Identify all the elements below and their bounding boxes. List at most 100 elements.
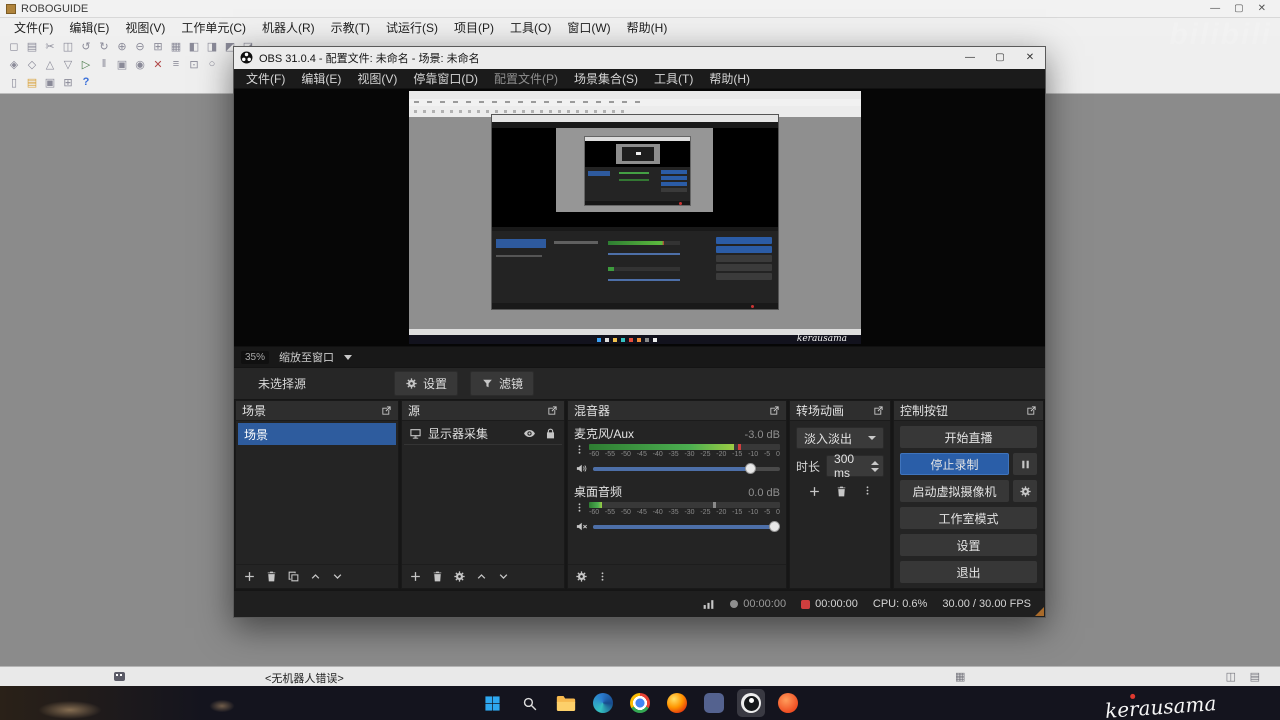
toolbar-icon[interactable]: ○ [204, 56, 220, 72]
toolbar-icon[interactable]: ▽ [60, 56, 76, 72]
remove-source-icon[interactable] [431, 570, 444, 583]
exit-button[interactable]: 退出 [900, 561, 1037, 584]
spin-up-icon[interactable] [871, 460, 879, 465]
toolbar-icon[interactable]: ▣ [114, 56, 130, 72]
minimize-icon[interactable]: — [955, 47, 985, 69]
toolbar-icon[interactable]: ⊕ [114, 38, 130, 54]
move-up-icon[interactable] [309, 570, 322, 583]
roboguide-menu-item[interactable]: 帮助(H) [619, 18, 676, 37]
roboguide-menu-item[interactable]: 工作单元(C) [173, 18, 254, 37]
roboguide-menu-item[interactable]: 窗口(W) [559, 18, 618, 37]
controls-dock-header[interactable]: 控制按钮 [894, 401, 1043, 422]
obs-preview-canvas[interactable]: kerausama [234, 88, 1045, 347]
transition-menu-icon[interactable] [862, 485, 873, 496]
toolbar-icon[interactable]: ◧ [186, 38, 202, 54]
channel-menu-icon[interactable] [574, 502, 585, 513]
roboguide-menu-item[interactable]: 文件(F) [6, 18, 61, 37]
search-icon[interactable] [515, 689, 543, 717]
add-transition-icon[interactable] [808, 485, 821, 498]
popout-icon[interactable] [873, 405, 884, 416]
app-indigo-icon[interactable] [700, 689, 728, 717]
obs-menu-item[interactable]: 工具(T) [646, 69, 701, 88]
visibility-eye-icon[interactable] [523, 427, 536, 440]
app-orange-icon[interactable] [774, 689, 802, 717]
volume-slider[interactable] [593, 520, 781, 532]
transitions-dock-header[interactable]: 转场动画 [790, 401, 890, 422]
roboguide-menu-item[interactable]: 视图(V) [117, 18, 173, 37]
toolbar-icon[interactable]: ◉ [132, 56, 148, 72]
toolbar-icon[interactable]: ⊞ [60, 74, 76, 90]
toolbar-icon[interactable]: ▣ [42, 74, 58, 90]
pause-recording-button[interactable] [1013, 453, 1037, 476]
stop-recording-button[interactable]: 停止录制 [900, 453, 1009, 476]
toolbar-icon[interactable]: ◻ [6, 38, 22, 54]
roboguide-menu-item[interactable]: 试运行(S) [378, 18, 446, 37]
scenes-dock-header[interactable]: 场景 [236, 401, 398, 422]
toolbar-icon[interactable]: ⊞ [150, 38, 166, 54]
lock-icon[interactable] [544, 427, 557, 440]
studio-mode-button[interactable]: 工作室模式 [900, 507, 1037, 530]
volume-slider[interactable] [593, 462, 780, 474]
toolbar-icon[interactable]: ▷ [78, 56, 94, 72]
roboguide-menu-item[interactable]: 机器人(R) [254, 18, 323, 37]
toolbar-icon[interactable]: ? [78, 74, 94, 90]
transition-select[interactable]: 淡入淡出 [796, 427, 884, 450]
speaker-muted-icon[interactable] [575, 520, 588, 533]
toolbar-icon[interactable]: △ [42, 56, 58, 72]
obs-menu-item[interactable]: 帮助(H) [701, 69, 758, 88]
toolbar-icon[interactable]: ✕ [150, 56, 166, 72]
toolbar-icon[interactable]: ≡ [168, 56, 184, 72]
start-virtual-camera-button[interactable]: 启动虚拟摄像机 [900, 480, 1009, 503]
close-icon[interactable]: ✕ [1015, 47, 1045, 69]
start-streaming-button[interactable]: 开始直播 [900, 426, 1037, 449]
obs-menu-item[interactable]: 场景集合(S) [566, 69, 646, 88]
obs-menu-item[interactable]: 文件(F) [238, 69, 293, 88]
status-icon[interactable]: ◫ [1226, 670, 1236, 683]
toolbar-icon[interactable]: ◨ [204, 38, 220, 54]
status-icon[interactable]: ▦ [955, 670, 965, 683]
roboguide-menu-item[interactable]: 示教(T) [323, 18, 378, 37]
sources-dock-header[interactable]: 源 [402, 401, 564, 422]
windows-start-icon[interactable] [478, 689, 506, 717]
toolbar-icon[interactable]: ◫ [60, 38, 76, 54]
obs-menu-item[interactable]: 视图(V) [349, 69, 405, 88]
add-source-icon[interactable] [409, 570, 422, 583]
chrome-icon[interactable] [626, 689, 654, 717]
obs-titlebar[interactable]: OBS 31.0.4 - 配置文件: 未命名 - 场景: 未命名 — ▢ ✕ [234, 47, 1045, 69]
mixer-dock-header[interactable]: 混音器 [568, 401, 786, 422]
duration-spinbox[interactable]: 300 ms [826, 452, 884, 480]
toolbar-icon[interactable]: ⊖ [132, 38, 148, 54]
spin-down-icon[interactable] [871, 467, 879, 472]
source-properties-icon[interactable] [453, 570, 466, 583]
source-item[interactable]: 显示器采集 [404, 423, 562, 446]
popout-icon[interactable] [381, 405, 392, 416]
scene-filters-icon[interactable] [287, 570, 300, 583]
toolbar-icon[interactable]: ▦ [168, 38, 184, 54]
speaker-icon[interactable] [575, 462, 588, 475]
roboguide-menu-item[interactable]: 编辑(E) [61, 18, 117, 37]
toolbar-icon[interactable]: ⊡ [186, 56, 202, 72]
maximize-icon[interactable]: ▢ [1234, 2, 1243, 16]
obs-studio-icon[interactable] [737, 689, 765, 717]
virtual-camera-settings-button[interactable] [1013, 480, 1037, 503]
mixer-menu-icon[interactable] [597, 571, 608, 582]
toolbar-icon[interactable]: ▯ [6, 74, 22, 90]
channel-menu-icon[interactable] [574, 444, 585, 455]
move-down-icon[interactable] [331, 570, 344, 583]
obs-menu-item[interactable]: 停靠窗口(D) [405, 69, 486, 88]
toolbar-icon[interactable]: ▤ [24, 74, 40, 90]
edge-icon[interactable] [589, 689, 617, 717]
close-icon[interactable]: ✕ [1258, 2, 1266, 16]
move-up-icon[interactable] [475, 570, 488, 583]
popout-icon[interactable] [769, 405, 780, 416]
source-properties-button[interactable]: 设置 [394, 371, 459, 397]
popout-icon[interactable] [1026, 405, 1037, 416]
move-down-icon[interactable] [497, 570, 510, 583]
obs-menu-item[interactable]: 编辑(E) [293, 69, 349, 88]
toolbar-icon[interactable]: ↺ [78, 38, 94, 54]
toolbar-icon[interactable]: ◈ [6, 56, 22, 72]
obs-menu-item[interactable]: 配置文件(P) [486, 69, 566, 88]
minimize-icon[interactable]: — [1210, 2, 1220, 16]
status-icon[interactable]: ▤ [1250, 670, 1260, 683]
advanced-audio-gear-icon[interactable] [575, 570, 588, 583]
